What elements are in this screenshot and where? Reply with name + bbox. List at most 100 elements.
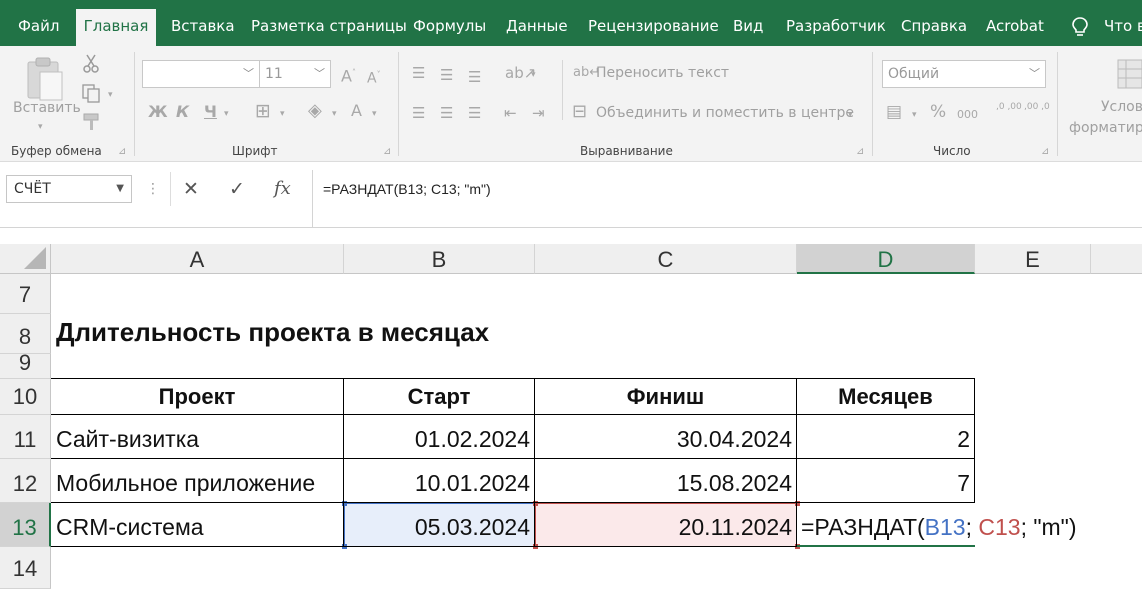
thousands-separator-button[interactable]: 000 xyxy=(957,106,978,124)
tab-home[interactable]: Главная xyxy=(76,9,156,46)
column-header-e[interactable]: E xyxy=(975,244,1091,274)
currency-format-icon[interactable]: ▤ xyxy=(886,103,902,121)
align-center-icon[interactable]: ☰ xyxy=(440,104,453,122)
tab-file[interactable]: Файл xyxy=(18,9,59,46)
column-header-b[interactable]: B xyxy=(344,244,535,274)
table-cell-a12[interactable]: Мобильное приложение xyxy=(56,470,343,497)
conditional-formatting-icon[interactable] xyxy=(1116,58,1142,90)
table-cell-a13[interactable]: CRM-система xyxy=(56,514,343,541)
row-header-7[interactable]: 7 xyxy=(0,274,51,314)
table-cell-b11[interactable]: 01.02.2024 xyxy=(344,426,530,453)
table-cell-c13[interactable]: 20.11.2024 xyxy=(535,514,792,541)
row-header-8[interactable]: 8 xyxy=(0,314,51,354)
paste-dropdown-icon[interactable]: ▾ xyxy=(38,118,43,136)
row-header-11[interactable]: 11 xyxy=(0,415,51,459)
enter-button[interactable]: ✓ xyxy=(229,175,245,203)
bold-button[interactable]: Ж xyxy=(148,103,168,121)
more-options-icon[interactable]: ⋮ xyxy=(146,175,160,203)
tab-formulas[interactable]: Формулы xyxy=(413,9,486,46)
tab-view[interactable]: Вид xyxy=(733,9,763,46)
shrink-font-icon[interactable]: A˅ xyxy=(367,66,381,88)
lightbulb-icon[interactable] xyxy=(1071,16,1089,38)
row-header-10[interactable]: 10 xyxy=(0,379,51,415)
name-box[interactable]: СЧЁТ ▼ xyxy=(6,175,132,203)
row-header-9[interactable]: 9 xyxy=(0,354,51,379)
orientation-dropdown-icon[interactable]: ▾ xyxy=(531,66,536,84)
align-right-icon[interactable]: ☰ xyxy=(468,104,481,122)
row-header-14[interactable]: 14 xyxy=(0,547,51,589)
formula-input[interactable]: =РАЗНДАТ(B13; C13; "m") xyxy=(312,170,1142,228)
increase-indent-icon[interactable]: ⇥ xyxy=(532,104,545,122)
merge-center-icon[interactable]: ⊟ xyxy=(572,103,587,121)
tab-help[interactable]: Справка xyxy=(901,9,967,46)
table-cell-b12[interactable]: 10.01.2024 xyxy=(344,470,530,497)
paste-icon[interactable] xyxy=(24,56,66,102)
font-color-icon[interactable]: A xyxy=(351,102,362,120)
cell-edit-formula[interactable]: =РАЗНДАТ(B13; C13; "m") xyxy=(801,514,1077,541)
table-header-months[interactable]: Месяцев xyxy=(797,384,974,410)
font-size-dropdown[interactable]: 11 ﹀ xyxy=(259,60,331,88)
row-header-13[interactable]: 13 xyxy=(0,503,51,547)
row-header-12[interactable]: 12 xyxy=(0,459,51,503)
align-bottom-icon[interactable]: ☰ xyxy=(468,68,481,86)
merge-dropdown-icon[interactable]: ▾ xyxy=(848,106,853,124)
borders-dropdown-icon[interactable]: ▾ xyxy=(280,105,285,123)
conditional-formatting-label[interactable]: Услов xyxy=(1101,99,1142,115)
sheet-title[interactable]: Длительность проекта в месяцах xyxy=(56,317,489,348)
table-header-finish[interactable]: Финиш xyxy=(535,384,796,410)
table-cell-c11[interactable]: 30.04.2024 xyxy=(535,426,792,453)
align-left-icon[interactable]: ☰ xyxy=(412,104,425,122)
tab-developer[interactable]: Разработчик xyxy=(786,9,886,46)
borders-icon[interactable]: ⊞ xyxy=(255,102,271,121)
conditional-formatting-label-2[interactable]: форматиро xyxy=(1069,120,1142,136)
table-border xyxy=(51,546,797,547)
column-header-f[interactable] xyxy=(1091,244,1142,274)
tab-acrobat[interactable]: Acrobat xyxy=(986,9,1044,46)
column-header-d[interactable]: D xyxy=(797,244,975,274)
tab-insert[interactable]: Вставка xyxy=(171,9,235,46)
cancel-button[interactable]: ✕ xyxy=(183,175,199,203)
table-header-project[interactable]: Проект xyxy=(51,384,343,410)
decrease-decimal-button[interactable]: ,00 ,0 xyxy=(1024,102,1050,112)
font-launcher-icon[interactable]: ⊿ xyxy=(383,146,391,157)
merge-center-button[interactable]: Объединить и поместить в центре xyxy=(596,105,854,121)
alignment-launcher-icon[interactable]: ⊿ xyxy=(856,146,864,157)
align-middle-icon[interactable]: ☰ xyxy=(440,66,453,84)
cut-icon[interactable] xyxy=(82,54,100,74)
decrease-indent-icon[interactable]: ⇤ xyxy=(504,104,517,122)
underline-dropdown-icon[interactable]: ▾ xyxy=(224,105,229,123)
fill-color-dropdown-icon[interactable]: ▾ xyxy=(332,105,337,123)
tab-page-layout[interactable]: Разметка страницы xyxy=(251,9,407,46)
tab-review[interactable]: Рецензирование xyxy=(588,9,719,46)
table-cell-a11[interactable]: Сайт-визитка xyxy=(56,426,343,453)
select-all-button[interactable] xyxy=(0,244,51,274)
clipboard-launcher-icon[interactable]: ⊿ xyxy=(118,146,126,157)
tab-data[interactable]: Данные xyxy=(506,9,568,46)
grow-font-icon[interactable]: A˄ xyxy=(341,64,356,85)
table-cell-d11[interactable]: 2 xyxy=(797,426,970,453)
table-cell-c12[interactable]: 15.08.2024 xyxy=(535,470,792,497)
percent-button[interactable]: % xyxy=(930,103,946,121)
font-color-dropdown-icon[interactable]: ▾ xyxy=(372,105,377,123)
align-top-icon[interactable]: ☰ xyxy=(412,64,425,82)
number-format-dropdown[interactable]: Общий ﹀ xyxy=(882,60,1046,88)
insert-function-button[interactable]: fx xyxy=(274,175,291,203)
increase-decimal-button[interactable]: ,0 ,00 xyxy=(996,102,1022,112)
currency-dropdown-icon[interactable]: ▾ xyxy=(912,106,917,124)
column-header-a[interactable]: A xyxy=(51,244,344,274)
tell-me-search[interactable]: Что в xyxy=(1104,9,1142,46)
format-painter-icon[interactable] xyxy=(82,112,102,132)
table-cell-b13[interactable]: 05.03.2024 xyxy=(344,514,530,541)
column-header-c[interactable]: C xyxy=(535,244,797,274)
underline-button[interactable]: Ч xyxy=(204,103,217,121)
paste-label[interactable]: Вставить xyxy=(13,100,81,116)
number-launcher-icon[interactable]: ⊿ xyxy=(1041,146,1049,157)
copy-icon[interactable] xyxy=(82,84,102,104)
italic-button[interactable]: К xyxy=(176,103,189,121)
table-cell-d12[interactable]: 7 xyxy=(797,470,970,497)
font-name-dropdown[interactable]: ﹀ xyxy=(142,60,260,88)
wrap-text-button[interactable]: Переносить текст xyxy=(596,65,729,81)
fill-color-icon[interactable]: ◈ xyxy=(308,102,322,120)
table-header-start[interactable]: Старт xyxy=(344,384,534,410)
copy-dropdown-icon[interactable]: ▾ xyxy=(108,86,113,104)
